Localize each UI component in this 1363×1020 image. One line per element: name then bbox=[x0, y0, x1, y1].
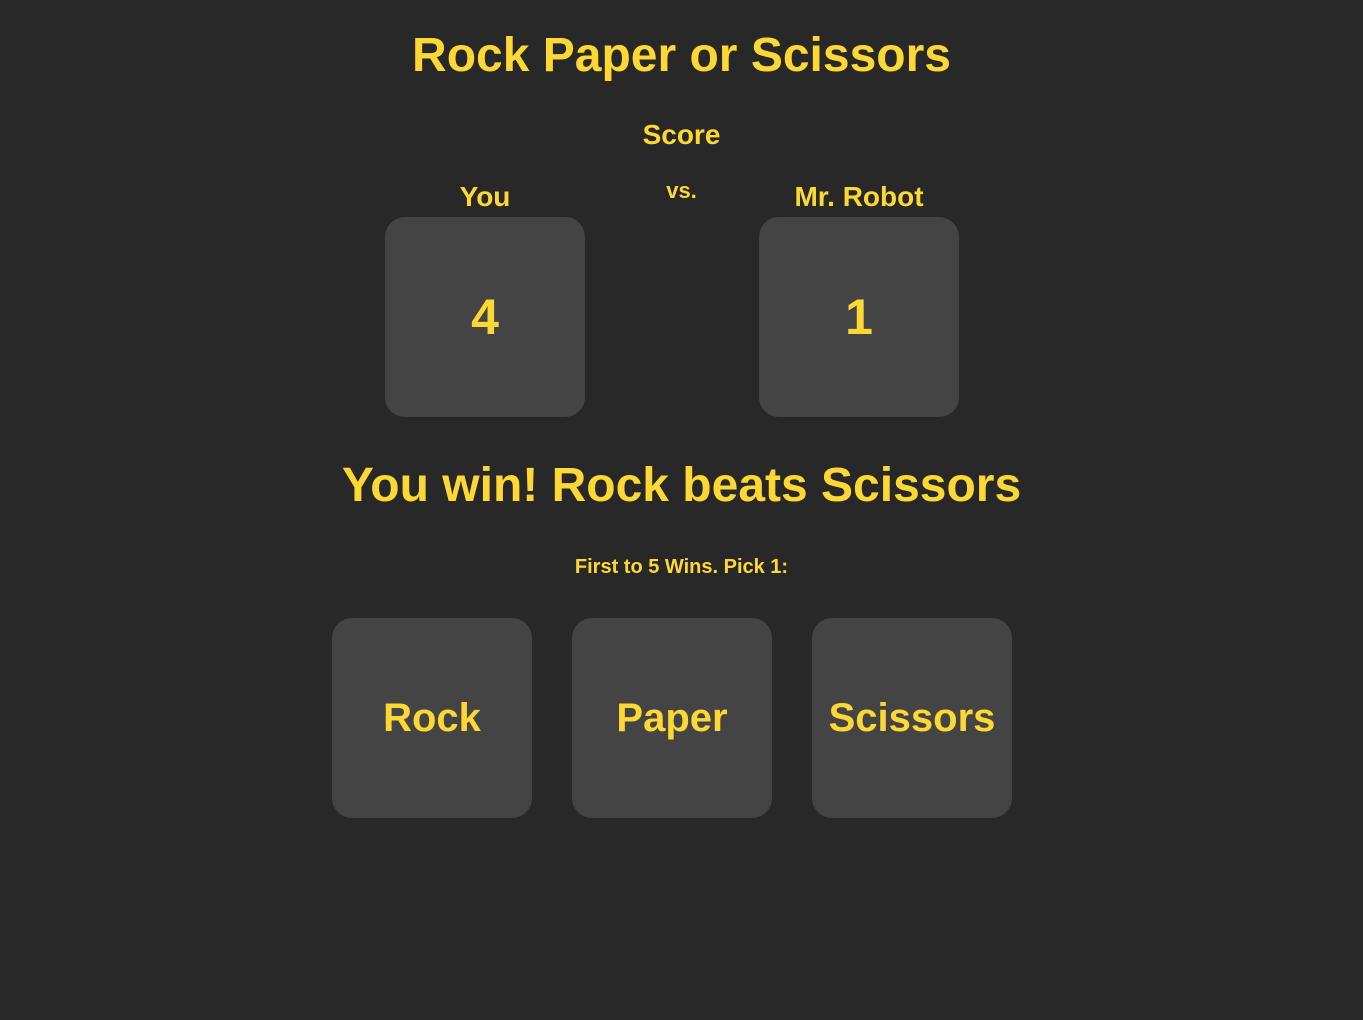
vs-label: vs. bbox=[666, 178, 697, 203]
computer-score-value: 1 bbox=[845, 289, 873, 345]
game-page: Rock Paper or Scissors Score You vs. Mr.… bbox=[0, 0, 1363, 1020]
computer-score-box: 1 bbox=[759, 217, 959, 417]
page-title: Rock Paper or Scissors bbox=[412, 29, 951, 82]
paper-button[interactable]: Paper bbox=[572, 618, 772, 818]
rock-button[interactable]: Rock bbox=[332, 618, 532, 818]
instructions-text: First to 5 Wins. Pick 1: bbox=[574, 556, 789, 578]
computer-label: Mr. Robot bbox=[794, 181, 924, 212]
result-message: You win! Rock beats Scissors bbox=[341, 459, 1022, 512]
player-score-value: 4 bbox=[471, 289, 499, 345]
score-heading: Score bbox=[642, 119, 721, 150]
scissors-button[interactable]: Scissors bbox=[812, 618, 1012, 818]
player-score-box: 4 bbox=[385, 217, 585, 417]
